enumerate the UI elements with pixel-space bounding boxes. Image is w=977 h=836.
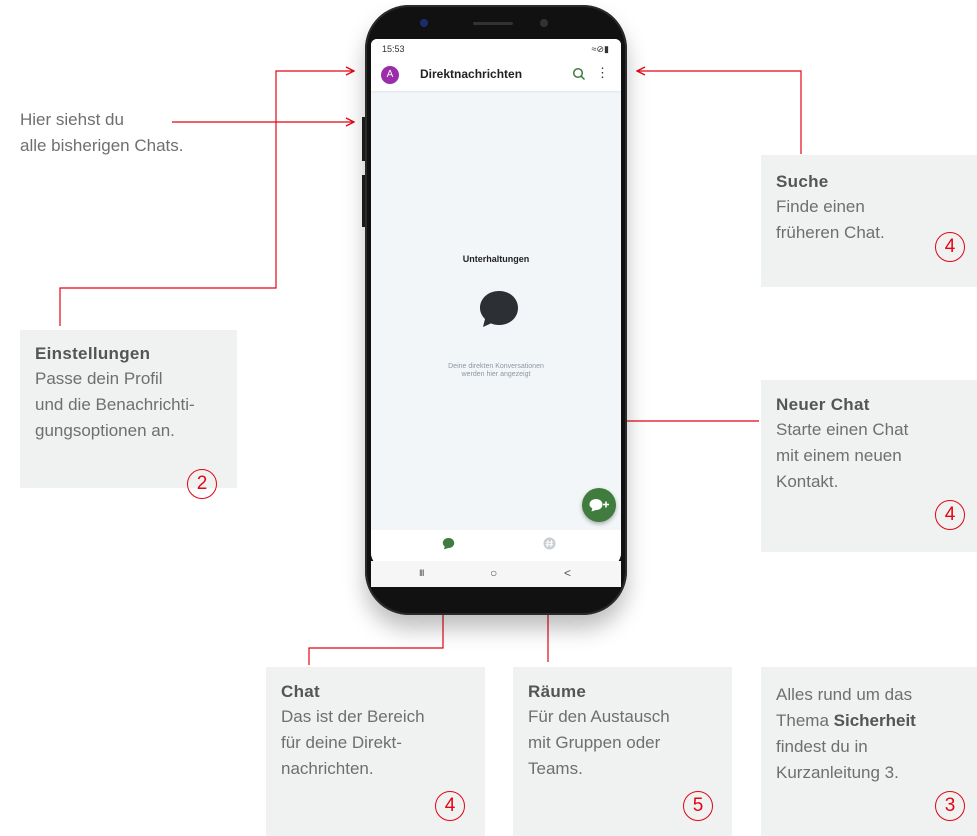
callout-text: Thema [776, 711, 834, 730]
empty-state-text: Deine direkten Konversationen werden hie… [371, 363, 621, 379]
rooms-callout: Räume Für den Austausch mit Gruppen oder… [513, 667, 732, 836]
bixby-button [362, 175, 365, 227]
nav-rooms-icon[interactable] [543, 537, 556, 550]
callout-line: und die Benachrichti- [35, 395, 195, 414]
guide-number-badge: 4 [935, 232, 965, 262]
callout-line: Kurzanleitung 3. [776, 763, 899, 782]
guide-number-badge: 4 [435, 791, 465, 821]
callout-body: Starte einen Chat mit einem neuen Kontak… [776, 417, 908, 495]
earpiece [473, 22, 513, 25]
nav-chat-icon[interactable] [442, 537, 455, 550]
callout-line: Das ist der Bereich [281, 707, 425, 726]
new-chat-button[interactable] [582, 488, 616, 522]
callout-line: Starte einen Chat [776, 420, 909, 439]
callout-line: Für den Austausch [528, 707, 670, 726]
callout-body: Alles rund um das Thema Sicherheit finde… [776, 682, 916, 786]
callout-body: Das ist der Bereich für deine Direkt- na… [281, 704, 425, 782]
callout-line: findest du in [776, 737, 868, 756]
connector-search [637, 71, 802, 154]
system-navigation-bar: III ○ < [371, 561, 621, 587]
callout-line: Thema Sicherheit [776, 708, 916, 734]
page-title: Direktnachrichten [420, 67, 523, 81]
callout-line: mit Gruppen oder [528, 733, 661, 752]
chat-callout: Chat Das ist der Bereich für deine Direk… [266, 667, 485, 836]
security-callout: Alles rund um das Thema Sicherheit finde… [761, 667, 977, 836]
callout-line: mit einem neuen [776, 446, 902, 465]
status-time: 15:53 [382, 44, 405, 54]
callout-line: nachrichten. [281, 759, 374, 778]
security-keyword: Sicherheit [833, 711, 916, 730]
app-bar: A Direktnachrichten ⋮ [371, 59, 621, 91]
callout-body: Für den Austausch mit Gruppen oder Teams… [528, 704, 670, 782]
callout-line: Teams. [528, 759, 583, 778]
new-chat-callout: Neuer Chat Starte einen Chat mit einem n… [761, 380, 977, 552]
guide-number-badge: 2 [187, 469, 217, 499]
recent-apps-button[interactable]: III [419, 568, 424, 578]
search-callout: Suche Finde einen früheren Chat. 4 [761, 155, 977, 287]
more-options-icon[interactable]: ⋮ [596, 66, 609, 80]
callout-line: für deine Direkt- [281, 733, 402, 752]
callout-title: Chat [281, 682, 320, 701]
back-button[interactable]: < [564, 566, 571, 580]
guide-number-badge: 3 [935, 791, 965, 821]
settings-callout: Einstellungen Passe dein Profil und die … [20, 330, 237, 499]
guide-number-badge: 5 [683, 791, 713, 821]
camera-icon [420, 19, 428, 27]
search-icon[interactable] [572, 67, 586, 81]
phone-screen: 15:53 ≈⊘▮ A Direktnachrichten ⋮ Unterhal… [371, 39, 621, 567]
callout-title: Einstellungen [35, 344, 151, 363]
empty-state-title: Unterhaltungen [462, 254, 530, 264]
status-icons: ≈⊘▮ [591, 44, 609, 54]
callout-line: Kontakt. [776, 472, 839, 491]
callout-line: gungsoptionen an. [35, 421, 175, 440]
chats-hint-line: Hier siehst du [20, 110, 124, 129]
callout-line: Alles rund um das [776, 685, 913, 704]
home-button[interactable]: ○ [490, 566, 497, 580]
callout-title: Suche [776, 172, 829, 191]
status-bar: 15:53 ≈⊘▮ [371, 39, 621, 59]
chats-hint-text: Hier siehst du alle bisherigen Chats. [20, 107, 183, 159]
callout-line: Finde einen [776, 197, 865, 216]
callout-line: früheren Chat. [776, 223, 885, 242]
callout-body: Passe dein Profil und die Benachrichti- … [35, 366, 195, 444]
new-chat-icon [589, 499, 609, 512]
phone-mockup: 15:53 ≈⊘▮ A Direktnachrichten ⋮ Unterhal… [362, 5, 627, 615]
callout-title: Räume [528, 682, 587, 701]
empty-state-line: werden hier angezeigt [461, 371, 531, 378]
chat-bubble-icon [480, 291, 518, 327]
callout-line: Passe dein Profil [35, 369, 163, 388]
volume-button [362, 117, 365, 161]
bottom-navigation [371, 530, 621, 562]
callout-body: Finde einen früheren Chat. [776, 194, 885, 246]
front-camera-icon [540, 19, 548, 27]
avatar[interactable]: A [381, 66, 399, 84]
empty-state-line: Deine direkten Konversationen [448, 363, 544, 370]
callout-title: Neuer Chat [776, 395, 870, 414]
guide-number-badge: 4 [935, 500, 965, 530]
chats-hint-line: alle bisherigen Chats. [20, 136, 184, 155]
